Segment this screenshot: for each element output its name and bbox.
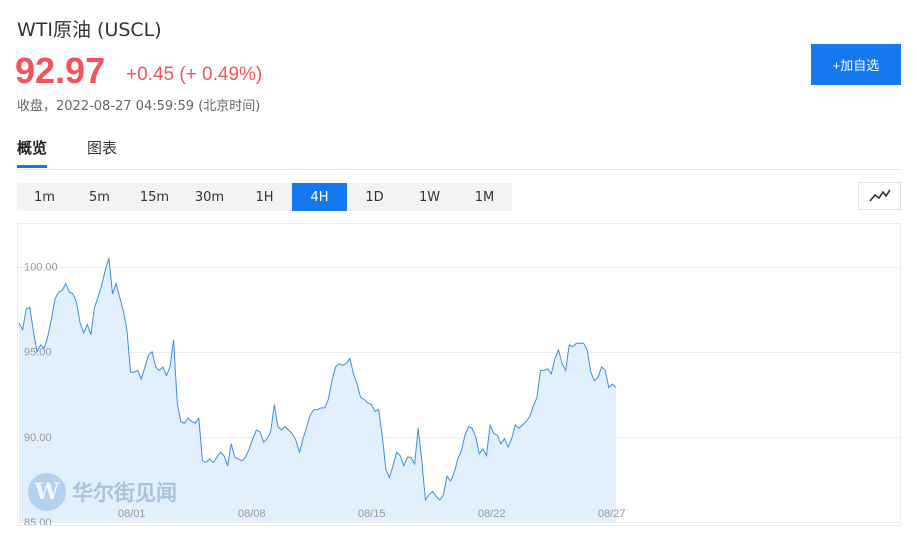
last-price: 92.97: [15, 50, 106, 91]
line-chart-icon: [868, 189, 891, 202]
chart-type-button[interactable]: [858, 182, 901, 210]
interval-5m[interactable]: 5m: [72, 183, 127, 211]
y-tick-label: 90.00: [24, 432, 52, 444]
tab-bar: 概览 图表: [17, 137, 117, 168]
watermark: W 华尔街见闻: [28, 473, 177, 511]
interval-1d[interactable]: 1D: [347, 183, 402, 211]
interval-1mo[interactable]: 1M: [457, 183, 512, 211]
instrument-title: WTI原油 (USCL): [17, 19, 162, 41]
interval-1h[interactable]: 1H: [237, 183, 292, 211]
y-tick-label: 100.00: [24, 262, 58, 274]
interval-15m[interactable]: 15m: [127, 183, 182, 211]
tab-chart[interactable]: 图表: [87, 137, 117, 168]
market-status: 收盘，2022-08-27 04:59:59 (北京时间): [17, 99, 261, 114]
tab-overview[interactable]: 概览: [17, 137, 48, 168]
x-tick-label: 08/27: [598, 508, 626, 520]
y-tick-label: 95.00: [24, 347, 52, 359]
interval-1m[interactable]: 1m: [17, 183, 72, 211]
watermark-logo: W: [28, 473, 66, 511]
tab-divider: [17, 169, 901, 170]
price-change: +0.45 (+ 0.49%): [126, 64, 263, 85]
x-tick-label: 08/22: [478, 508, 506, 520]
watermark-text: 华尔街见闻: [72, 480, 177, 505]
add-to-watchlist-button[interactable]: +加自选: [811, 44, 901, 85]
interval-1w[interactable]: 1W: [402, 183, 457, 211]
interval-4h[interactable]: 4H: [292, 183, 347, 211]
x-tick-label: 08/08: [238, 508, 266, 520]
y-tick-label: 85.00: [24, 517, 52, 526]
interval-30m[interactable]: 30m: [182, 183, 237, 211]
x-tick-label: 08/15: [358, 508, 386, 520]
interval-selector: 1m 5m 15m 30m 1H 4H 1D 1W 1M: [17, 183, 512, 211]
